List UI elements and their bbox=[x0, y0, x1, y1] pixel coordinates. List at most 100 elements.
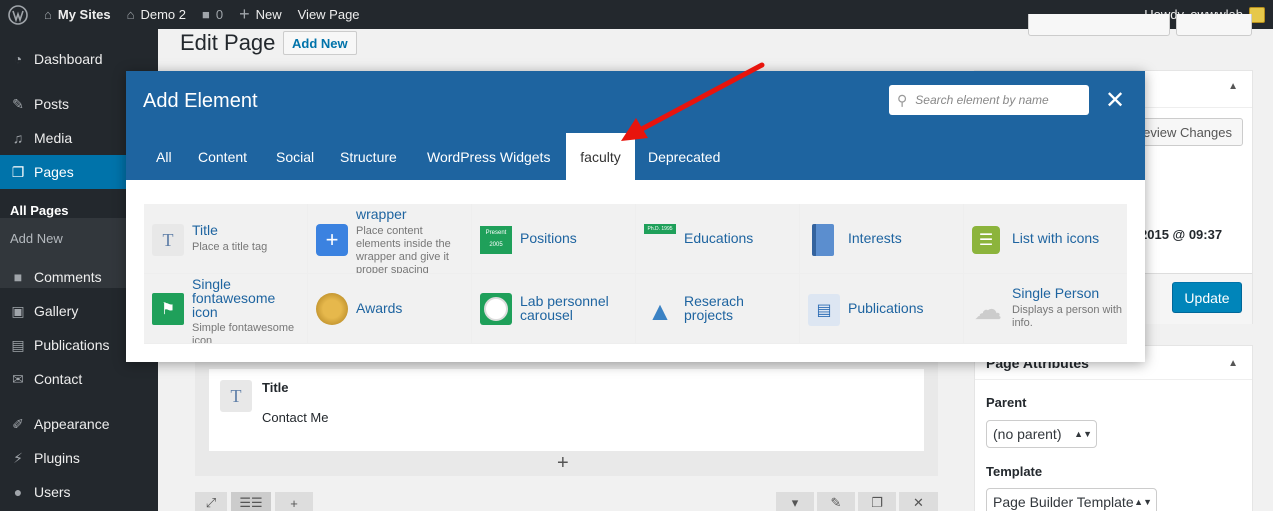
flag-icon: ⚑ bbox=[152, 293, 184, 325]
edit-pencil-icon[interactable]: ✎ bbox=[817, 492, 855, 511]
add-new-page-button[interactable]: Add New bbox=[283, 31, 357, 55]
element-awards[interactable]: Awards bbox=[308, 274, 471, 343]
element-wrapper[interactable]: + wrapper Place content elements inside … bbox=[308, 204, 471, 273]
my-sites-label: My Sites bbox=[57, 7, 111, 22]
tab-structure[interactable]: Structure bbox=[330, 133, 407, 180]
preview-changes-button[interactable]: eview Changes bbox=[1130, 118, 1243, 146]
element-name: Single fontawesome icon bbox=[192, 276, 276, 320]
collapse-arrow-icon[interactable]: ▲ bbox=[1228, 358, 1238, 369]
projects-icon: ▲ bbox=[647, 296, 673, 326]
close-icon[interactable]: ✕ bbox=[1104, 87, 1126, 114]
element-reserach-projects[interactable]: ▲ Reserach projects bbox=[636, 274, 799, 343]
fullscreen-icon[interactable]: ⤢ bbox=[195, 492, 227, 511]
educations-icon-text: Ph.D. 1995 bbox=[647, 226, 673, 232]
modal-title: Add Element bbox=[143, 90, 258, 112]
sidebar-item-label: Media bbox=[34, 130, 73, 146]
add-element-plus-icon[interactable]: + bbox=[557, 452, 569, 475]
pages-icon: ❐ bbox=[11, 163, 25, 180]
element-name: Lab personnel carousel bbox=[520, 293, 609, 323]
book-icon bbox=[812, 224, 834, 256]
tab-social[interactable]: Social bbox=[266, 133, 324, 180]
comment-icon: ■ bbox=[202, 7, 210, 22]
element-desc: Place content elements inside the wrappe… bbox=[356, 225, 451, 273]
comment-icon: ■ bbox=[13, 269, 23, 285]
parent-label: Parent bbox=[986, 395, 1027, 410]
brush-icon: ✐ bbox=[12, 415, 24, 432]
element-publications[interactable]: ▤ Publications bbox=[800, 274, 963, 343]
title-icon: T bbox=[220, 380, 252, 412]
sidebar-item-label: Dashboard bbox=[34, 51, 103, 67]
element-desc: Place a title tag bbox=[192, 241, 268, 253]
mail-icon: ✉ bbox=[12, 370, 24, 387]
element-positions[interactable]: Present 2005 Positions bbox=[472, 204, 635, 273]
sidebar-item-label: Pages bbox=[34, 164, 74, 180]
element-single-person[interactable]: ☁ Single Person Displays a person with i… bbox=[964, 274, 1127, 343]
tab-content[interactable]: Content bbox=[188, 133, 257, 180]
help-tab[interactable] bbox=[1176, 14, 1252, 36]
divider bbox=[975, 379, 1252, 380]
gallery-icon: ▣ bbox=[11, 302, 25, 319]
sidebar-item-users[interactable]: ● Users bbox=[0, 475, 158, 509]
user-icon: ● bbox=[13, 484, 23, 500]
publish-date: 2015 @ 09:37 bbox=[1140, 227, 1223, 242]
builder-element-content[interactable]: Contact Me bbox=[262, 410, 328, 425]
collapse-arrow-icon[interactable]: ▲ bbox=[1228, 81, 1238, 92]
new-label: New bbox=[255, 7, 282, 22]
delete-x-icon[interactable]: ✕ bbox=[899, 492, 938, 511]
element-name: wrapper bbox=[356, 206, 407, 222]
screen-options-tab[interactable] bbox=[1028, 14, 1170, 36]
new-content-menu[interactable]: + New bbox=[231, 0, 290, 29]
search-input[interactable]: ⚲ Search element by name bbox=[889, 85, 1089, 115]
modal-header: Add Element ⚲ Search element by name ✕ Al… bbox=[126, 71, 1145, 180]
element-single-fontawesome-icon[interactable]: ⚑ Single fontawesome icon Simple fontawe… bbox=[144, 274, 307, 343]
tab-wordpress-widgets[interactable]: WordPress Widgets bbox=[417, 133, 560, 180]
sidebar-item-contact[interactable]: ✉ Contact bbox=[0, 362, 158, 396]
publications-icon: ▤ bbox=[11, 336, 25, 353]
plus-icon: + bbox=[316, 224, 348, 256]
template-select[interactable]: Page Builder Template ▲▼ bbox=[986, 488, 1157, 511]
tab-faculty[interactable]: faculty bbox=[566, 133, 635, 180]
select-arrows-icon: ▲▼ bbox=[1134, 497, 1152, 507]
element-name: Awards bbox=[356, 300, 403, 316]
medal-icon bbox=[316, 293, 348, 325]
dashboard-icon: ◔ bbox=[13, 51, 23, 67]
page-title: Edit Page bbox=[180, 30, 276, 55]
add-row-plus-icon[interactable]: + bbox=[275, 492, 313, 511]
update-button[interactable]: Update bbox=[1172, 282, 1242, 313]
element-list-with-icons[interactable]: ☰ List with icons bbox=[964, 204, 1127, 273]
sidebar-item-appearance[interactable]: ✐ Appearance bbox=[0, 407, 158, 441]
sidebar-item-label: Posts bbox=[34, 96, 70, 112]
template-label: Template bbox=[986, 464, 1043, 479]
element-title[interactable]: T Title Place a title tag bbox=[144, 204, 307, 273]
title-icon: T bbox=[152, 224, 184, 256]
element-educations[interactable]: Ph.D. 1995 Educations bbox=[636, 204, 799, 273]
my-sites-icon: ⌂ bbox=[44, 7, 52, 22]
element-name: Publications bbox=[848, 300, 924, 316]
element-name: List with icons bbox=[1012, 230, 1100, 246]
person-face-icon bbox=[484, 297, 508, 321]
tab-deprecated[interactable]: Deprecated bbox=[638, 133, 730, 180]
media-icon: ♫ bbox=[12, 130, 24, 146]
positions-icon-text: Present 2005 bbox=[485, 230, 507, 248]
element-interests[interactable]: Interests bbox=[800, 204, 963, 273]
sidebar-item-label: Appearance bbox=[34, 416, 110, 432]
clone-icon[interactable]: ❐ bbox=[858, 492, 896, 511]
sidebar-item-label: Gallery bbox=[34, 303, 79, 319]
wordpress-logo-button[interactable] bbox=[0, 0, 36, 29]
sidebar-item-plugins[interactable]: ⚡ Plugins bbox=[0, 441, 158, 475]
my-sites-menu[interactable]: ⌂ My Sites bbox=[36, 0, 119, 29]
parent-select[interactable]: (no parent) ▲▼ bbox=[986, 420, 1097, 448]
sidebar-item-label: Users bbox=[34, 484, 71, 500]
element-lab-personnel-carousel[interactable]: Lab personnel carousel bbox=[472, 274, 635, 343]
chevron-down-icon[interactable]: ▾ bbox=[776, 492, 814, 511]
builder-element-title: Title bbox=[262, 380, 289, 395]
sidebar-item-label: Comments bbox=[34, 269, 102, 285]
tab-all[interactable]: All bbox=[146, 133, 182, 180]
comments-menu[interactable]: ■ 0 bbox=[194, 0, 231, 29]
view-page-link[interactable]: View Page bbox=[290, 0, 368, 29]
publications-icon: ▤ bbox=[808, 294, 840, 326]
select-arrows-icon: ▲▼ bbox=[1074, 429, 1092, 439]
site-name-menu[interactable]: ⌂ Demo 2 bbox=[119, 0, 194, 29]
columns-layout-icon[interactable]: ☰☰ bbox=[231, 492, 271, 511]
element-desc: Displays a person with info. bbox=[1012, 304, 1123, 329]
